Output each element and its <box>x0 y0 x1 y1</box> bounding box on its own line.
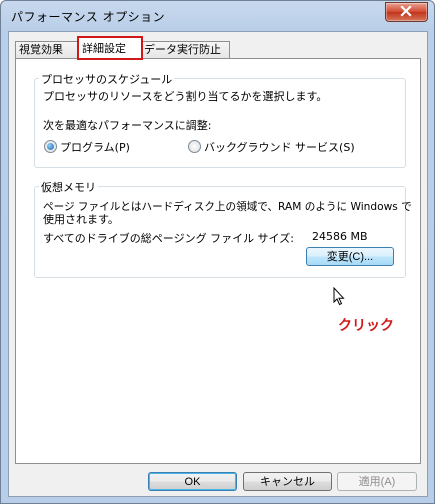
ok-button[interactable]: OK <box>148 472 237 491</box>
background-services-radio-label[interactable]: バックグラウンド サービス(S) <box>204 139 355 155</box>
background-services-radio[interactable] <box>188 140 201 153</box>
change-virtual-memory-button[interactable]: 変更(C)... <box>306 247 394 266</box>
advanced-tab-panel: プロセッサのスケジュール プロセッサのリソースをどう割り当てるかを選択します。 … <box>15 58 421 464</box>
virtual-memory-description-line2: 使用されます。 <box>43 213 119 226</box>
close-icon <box>400 6 412 17</box>
total-paging-file-value: 24586 MB <box>312 230 368 243</box>
programs-radio-label[interactable]: プログラム(P) <box>60 139 130 155</box>
close-button[interactable] <box>385 2 428 22</box>
tab-data-execution-prevention[interactable]: データ実行防止 <box>140 41 230 58</box>
virtual-memory-title: 仮想メモリ <box>39 179 98 195</box>
tab-visual-effects[interactable]: 視覚効果 <box>15 41 83 58</box>
mouse-cursor <box>333 286 345 309</box>
total-paging-file-label: すべてのドライブの総ページング ファイル サイズ: <box>43 232 294 245</box>
processor-scheduling-title: プロセッサのスケジュール <box>39 71 175 87</box>
performance-options-window: パフォーマンス オプション 視覚効果 詳細設定 データ実行防止 プロセッサのスケ… <box>0 0 435 504</box>
apply-button[interactable]: 適用(A) <box>337 472 417 491</box>
arrow-cursor-icon <box>333 286 345 306</box>
tab-advanced[interactable]: 詳細設定 <box>77 36 143 60</box>
click-annotation: クリック <box>338 318 394 334</box>
processor-description: プロセッサのリソースをどう割り当てるかを選択します。 <box>43 90 328 103</box>
processor-scheduling-group: プロセッサのスケジュール プロセッサのリソースをどう割り当てるかを選択します。 … <box>34 71 406 168</box>
virtual-memory-group: 仮想メモリ ページ ファイルとはハードディスク上の領域で、RAM のように Wi… <box>34 179 412 278</box>
window-title: パフォーマンス オプション <box>11 10 166 24</box>
cancel-button[interactable]: キャンセル <box>243 472 332 491</box>
adjust-for-label: 次を最適なパフォーマンスに調整: <box>43 119 212 132</box>
dialog-client-area: 視覚効果 詳細設定 データ実行防止 プロセッサのスケジュール プロセッサのリソー… <box>8 31 428 497</box>
title-bar[interactable]: パフォーマンス オプション <box>1 1 434 31</box>
programs-radio[interactable] <box>44 140 57 153</box>
